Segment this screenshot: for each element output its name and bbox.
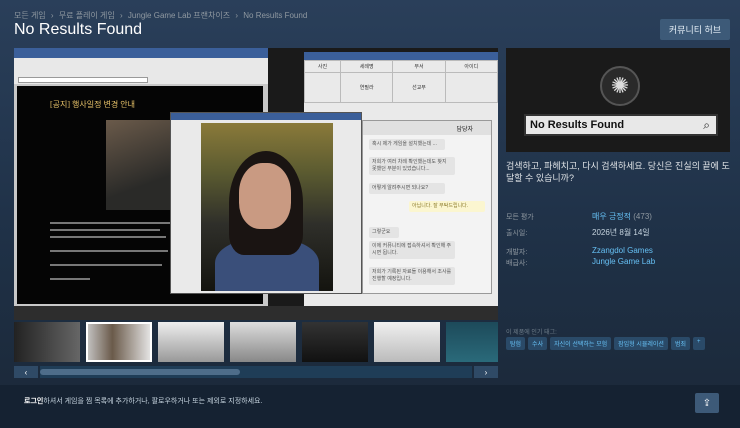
login-footer: 로그인하셔서 게임을 찜 목록에 추가하거나, 팔로우하거나 또는 제외로 지정…: [0, 385, 740, 428]
thumbnail[interactable]: [230, 322, 296, 362]
table-header: 세례명: [340, 60, 394, 73]
photo-viewer-titlebar: [171, 113, 361, 120]
thumbnail-scroll-knob[interactable]: [40, 369, 240, 375]
thumbnail[interactable]: [374, 322, 440, 362]
table-header: 부서: [392, 60, 446, 73]
portrait-photo: [201, 123, 333, 291]
table-header: 아이디: [444, 60, 498, 73]
notice-text-line: [50, 264, 162, 266]
chat-message: 이에 커뮤니티에 접속하셔서 확인해 주시면 됩니다.: [369, 241, 455, 259]
chat-window: 담당자 혹시 제가 게임을 설치했는데 ... 저희가 여러 차례 확인했는데도…: [362, 120, 492, 294]
login-link[interactable]: 로그인: [24, 398, 43, 405]
browser-titlebar: [14, 48, 268, 58]
table-cell: [444, 72, 498, 103]
chat-message: 저희가 기록된 자료들 이용해서 조사를 진행할 예정입니다.: [369, 267, 455, 285]
tag-item[interactable]: 자신이 선택하는 모험: [550, 337, 612, 350]
publisher-label: 배급사:: [506, 260, 528, 267]
breadcrumb-separator: ›: [235, 11, 239, 20]
share-icon[interactable]: ⇪: [695, 393, 719, 413]
reviews-summary[interactable]: 매우 긍정적 (473): [592, 211, 652, 222]
breadcrumb-all-games[interactable]: 모든 게임: [14, 11, 46, 20]
portrait-face: [239, 163, 291, 229]
chat-message: 저희가 여러 차례 확인했는데도 찾지 못했던 부분이 있었습니다...: [369, 157, 455, 175]
breadcrumb: 모든 게임 › 무료 플레이 게임 › Jungle Game Lab 프랜차이…: [14, 10, 310, 21]
tag-more-button[interactable]: +: [692, 337, 705, 350]
thumbnail-selected[interactable]: [86, 322, 152, 362]
chat-message: 어떻게 알려주시면 되나요?: [369, 183, 445, 194]
community-hub-button[interactable]: 커뮤니티 허브: [660, 19, 730, 40]
game-capsule-image: ✺ No Results Found ⌕: [506, 48, 730, 152]
screenshot-taskbar: [14, 306, 498, 320]
login-prompt: 로그인하셔서 게임을 찜 목록에 추가하거나, 팔로우하거나 또는 제외로 지정…: [24, 396, 262, 406]
chat-header: 담당자: [363, 121, 491, 135]
chat-message: 그렇군요: [369, 227, 399, 238]
capsule-search-box: No Results Found ⌕: [524, 114, 718, 136]
notice-text-line: [50, 222, 170, 224]
chevron-right-icon[interactable]: ›: [474, 366, 498, 378]
reviews-label: 모든 평가: [506, 214, 534, 221]
chat-message: 혹시 제가 게임을 설치했는데 ...: [369, 139, 445, 150]
main-screenshot[interactable]: [공지] 행사일정 변경 안내 사진 세례명 부서 아이디 연필라 선교부 담당…: [14, 48, 498, 320]
publisher-link[interactable]: Jungle Game Lab: [592, 257, 655, 266]
photo-viewer-window: [170, 112, 362, 294]
thumbnail-video[interactable]: [14, 322, 80, 362]
search-icon: ⌕: [703, 118, 710, 132]
octopus-logo-icon: ✺: [600, 66, 640, 106]
notice-photo: [106, 120, 170, 210]
login-prompt-text: 하셔서 게임을 찜 목록에 추가하거나, 팔로우하거나 또는 제외로 지정하세요…: [43, 398, 263, 405]
reviews-value[interactable]: 매우 긍정적: [592, 212, 631, 221]
breadcrumb-franchise[interactable]: Jungle Game Lab 프랜차이즈: [128, 11, 230, 20]
tag-list: 탐험 수사 자신이 선택하는 모험 잠입형 시뮬레이션 범죄 +: [506, 337, 730, 350]
chat-message: 아닙니다. 잘 부탁드립니다.: [409, 201, 485, 212]
tag-item[interactable]: 수사: [528, 337, 548, 350]
breadcrumb-separator: ›: [120, 11, 123, 20]
thumbnail[interactable]: [158, 322, 224, 362]
tag-item[interactable]: 탐험: [506, 337, 526, 350]
thumbnail[interactable]: [446, 322, 498, 362]
browser-address-bar: [18, 77, 148, 83]
reviews-count: (473): [633, 212, 652, 221]
thumbnail[interactable]: [302, 322, 368, 362]
game-description: 검색하고, 파헤치고, 다시 검색하세요. 당신은 진실의 끝에 도달할 수 있…: [506, 161, 730, 183]
tags-label: 이 제품에 인기 태그:: [506, 330, 557, 336]
member-table: 사진 세례명 부서 아이디 연필라 선교부: [303, 60, 498, 103]
notice-text-line: [50, 278, 90, 280]
thumbnail-strip: [14, 322, 498, 364]
table-cell: 선교부: [392, 72, 446, 103]
table-cell: [303, 72, 342, 103]
notice-title: [공지] 행사일정 변경 안내: [50, 100, 135, 109]
notice-text-line: [50, 229, 160, 231]
table-header: 사진: [303, 60, 342, 73]
table-titlebar: [304, 52, 498, 60]
release-date: 2026년 8월 14일: [592, 228, 650, 237]
breadcrumb-current[interactable]: No Results Found: [243, 11, 307, 20]
thumbnail-scrollbar[interactable]: [40, 366, 472, 378]
table-cell: 연필라: [340, 72, 394, 103]
developer-label: 개발자:: [506, 249, 528, 256]
tag-item[interactable]: 범죄: [670, 337, 690, 350]
notice-text-line: [50, 236, 166, 238]
page-title: No Results Found: [14, 21, 143, 38]
chevron-left-icon[interactable]: ‹: [14, 366, 38, 378]
breadcrumb-free-to-play[interactable]: 무료 플레이 게임: [59, 11, 115, 20]
release-label: 출시일:: [506, 230, 528, 237]
developer-link[interactable]: Zzangdol Games: [592, 246, 653, 255]
capsule-title: No Results Found: [530, 119, 625, 131]
notice-text-line: [50, 250, 168, 252]
breadcrumb-separator: ›: [50, 11, 54, 20]
tag-item[interactable]: 잠입형 시뮬레이션: [614, 337, 668, 350]
